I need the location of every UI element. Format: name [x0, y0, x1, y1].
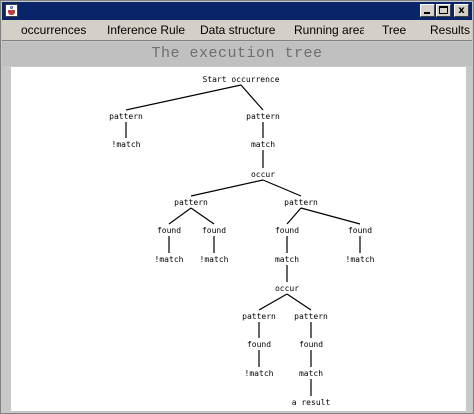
- tab-running-area[interactable]: Running area: [294, 23, 364, 37]
- tree-edge: [286, 293, 312, 311]
- minimize-button[interactable]: [420, 4, 435, 17]
- tree-node-label: match: [251, 140, 275, 149]
- maximize-icon: [439, 6, 448, 14]
- tree-node-label: found: [247, 340, 271, 349]
- tab-data-structure[interactable]: Data structure: [200, 23, 283, 37]
- tree-node-label: !match: [200, 255, 229, 264]
- tree-node-label: found: [157, 226, 181, 235]
- tree-node-label: pattern: [284, 198, 318, 207]
- tree-node-label: pattern: [174, 198, 208, 207]
- panel-title: The execution tree: [2, 42, 472, 66]
- tab-inference-rule[interactable]: Inference Rule: [107, 23, 185, 37]
- tab-tree[interactable]: Tree: [382, 23, 412, 37]
- tree-node-label: found: [202, 226, 226, 235]
- tree-node-label: pattern: [242, 312, 276, 321]
- tab-bar: occurrences Inference Rule Data structur…: [2, 20, 472, 41]
- tree-node-label: match: [299, 369, 323, 378]
- tab-occurrences[interactable]: occurrences: [21, 23, 95, 37]
- tree-node-label: Start occurrence: [202, 75, 279, 84]
- tree-node-label: match: [275, 255, 299, 264]
- execution-tree-canvas: Start occurrence pattern pattern !match matc…: [11, 67, 466, 411]
- tree-node-label: !match: [155, 255, 184, 264]
- tree-edge: [168, 207, 192, 225]
- tree-edge: [190, 179, 264, 197]
- tree-node-label: found: [275, 226, 299, 235]
- tree-edge: [125, 84, 242, 111]
- tree-node-label: found: [348, 226, 372, 235]
- close-button[interactable]: x: [454, 4, 469, 17]
- tree-node-label: found: [299, 340, 323, 349]
- tab-results[interactable]: Results: [430, 23, 472, 37]
- tree-edge: [262, 179, 302, 197]
- minimize-icon: [424, 12, 430, 14]
- tree-node-label: occur: [275, 284, 299, 293]
- tree-node-label: !match: [346, 255, 375, 264]
- tree-edge: [258, 293, 288, 311]
- tree-node-label: !match: [112, 140, 141, 149]
- title-bar[interactable]: x: [2, 2, 472, 20]
- application-window: x occurrences Inference Rule Data struct…: [0, 0, 474, 414]
- tree-node-label: pattern: [109, 112, 143, 121]
- tree-edge: [190, 207, 215, 225]
- tree-node-label: pattern: [294, 312, 328, 321]
- tree-node-label: !match: [245, 369, 274, 378]
- tree-node-label: a result: [292, 398, 331, 407]
- java-app-icon[interactable]: [5, 4, 18, 17]
- tree-edge: [286, 207, 302, 225]
- tree-edge: [240, 84, 264, 111]
- tree-node-label: occur: [251, 170, 275, 179]
- maximize-button[interactable]: [436, 4, 451, 17]
- tree-node-label: pattern: [246, 112, 280, 121]
- execution-tree: Start occurrence pattern pattern !match matc…: [109, 75, 375, 407]
- close-icon: x: [458, 5, 465, 16]
- tree-edge: [300, 207, 361, 225]
